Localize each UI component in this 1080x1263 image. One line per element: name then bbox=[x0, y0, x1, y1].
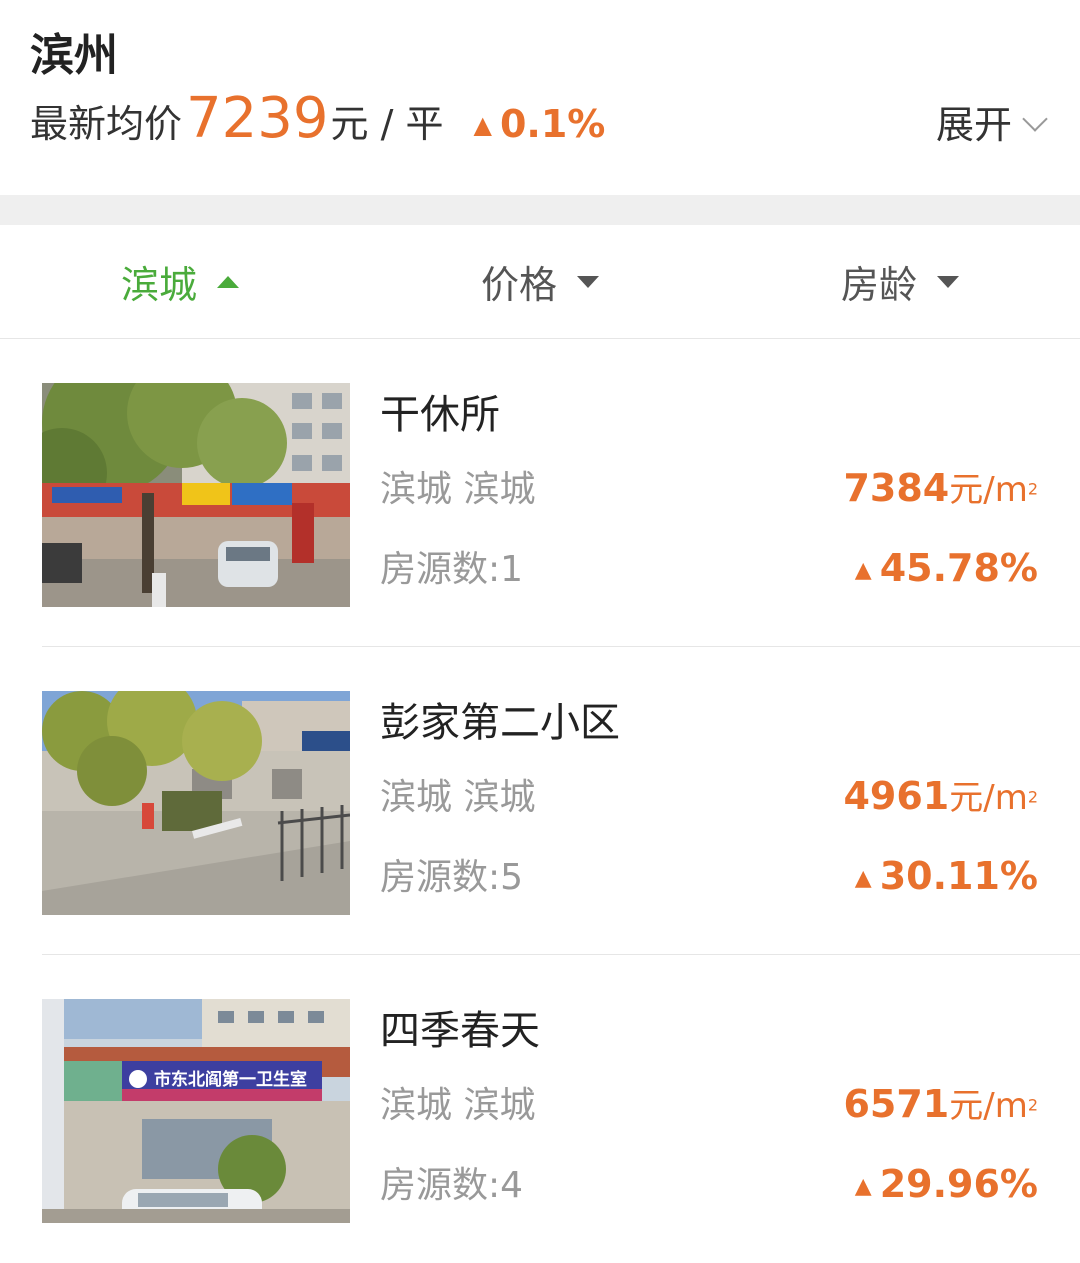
price-value: 6571 bbox=[843, 1082, 950, 1126]
listing-name: 四季春天 bbox=[380, 1008, 540, 1054]
caret-down-icon bbox=[577, 275, 599, 288]
change-value: 29.96% bbox=[879, 1162, 1038, 1206]
listing-area: 滨城 滨城 bbox=[380, 469, 536, 510]
listing-name: 干休所 bbox=[380, 392, 500, 438]
list-item[interactable]: 市东北阎第一卫生室 四季春天 滨城 滨城 房源数:4 6571元/m2 ▲ 29.… bbox=[42, 955, 1080, 1263]
price-unit: 元/m bbox=[949, 778, 1028, 818]
list-item[interactable]: 干休所 滨城 滨城 房源数:1 7384元/m2 ▲ 45.78% bbox=[42, 339, 1080, 647]
price-unit: 元/m bbox=[949, 1086, 1028, 1126]
filter-label: 房龄 bbox=[840, 263, 917, 307]
filter-label: 价格 bbox=[480, 263, 557, 307]
average-price-value: 7239 bbox=[186, 86, 329, 151]
listing-change: ▲ 29.96% bbox=[855, 1159, 1038, 1216]
filter-district[interactable]: 滨城 bbox=[0, 225, 360, 338]
average-price-change: ▲ 0.1% bbox=[474, 102, 606, 146]
section-divider bbox=[0, 195, 1080, 225]
filter-price[interactable]: 价格 bbox=[360, 225, 720, 338]
listing-name: 彭家第二小区 bbox=[380, 700, 620, 746]
average-price-row: 最新均价 7239 元 / 平 ▲ 0.1% bbox=[30, 84, 605, 154]
list-item[interactable]: 彭家第二小区 滨城 滨城 房源数:5 4961元/m2 ▲ 30.11% bbox=[42, 647, 1080, 955]
up-arrow-icon: ▲ bbox=[854, 558, 872, 583]
caret-down-icon bbox=[937, 275, 959, 288]
change-value: 0.1% bbox=[499, 102, 606, 146]
change-value: 30.11% bbox=[879, 854, 1038, 898]
up-arrow-icon: ▲ bbox=[854, 866, 872, 891]
listing-count: 房源数:1 bbox=[380, 549, 524, 590]
chevron-down-icon bbox=[1022, 105, 1048, 132]
listing-photo bbox=[42, 691, 350, 915]
average-price-label: 最新均价 bbox=[30, 102, 183, 146]
price-value: 7384 bbox=[843, 466, 950, 510]
up-arrow-icon: ▲ bbox=[473, 111, 492, 139]
city-header: 滨州 最新均价 7239 元 / 平 ▲ 0.1% 展开 bbox=[0, 0, 1080, 195]
price-value: 4961 bbox=[843, 774, 950, 818]
price-unit: 元/m bbox=[949, 470, 1028, 510]
listing-area: 滨城 滨城 bbox=[380, 1085, 536, 1126]
average-price-unit: 元 / 平 bbox=[330, 102, 444, 146]
listing-photo: 市东北阎第一卫生室 bbox=[42, 999, 350, 1223]
listing-change: ▲ 30.11% bbox=[855, 851, 1038, 908]
filter-bar: 滨城 价格 房龄 bbox=[0, 225, 1080, 339]
city-name: 滨州 bbox=[30, 30, 118, 81]
listing-price: 7384元/m2 bbox=[843, 463, 1038, 521]
price-unit-sup: 2 bbox=[1027, 787, 1038, 807]
listing-count: 房源数:5 bbox=[380, 857, 524, 898]
listing-change: ▲ 45.78% bbox=[855, 543, 1038, 600]
filter-label: 滨城 bbox=[120, 263, 197, 307]
listing-price: 4961元/m2 bbox=[843, 771, 1038, 829]
listing-area: 滨城 滨城 bbox=[380, 777, 536, 818]
change-value: 45.78% bbox=[879, 546, 1038, 590]
up-arrow-icon: ▲ bbox=[854, 1174, 872, 1199]
listing-count: 房源数:4 bbox=[380, 1165, 524, 1206]
listing-price: 6571元/m2 bbox=[843, 1079, 1038, 1137]
expand-label: 展开 bbox=[935, 103, 1012, 147]
listing-photo bbox=[42, 383, 350, 607]
filter-age[interactable]: 房龄 bbox=[720, 225, 1080, 338]
price-unit-sup: 2 bbox=[1027, 1095, 1038, 1115]
caret-up-icon bbox=[217, 275, 239, 288]
price-unit-sup: 2 bbox=[1027, 479, 1038, 499]
expand-button[interactable]: 展开 bbox=[935, 94, 1048, 149]
clinic-sign-text: 市东北阎第一卫生室 bbox=[154, 1069, 307, 1090]
